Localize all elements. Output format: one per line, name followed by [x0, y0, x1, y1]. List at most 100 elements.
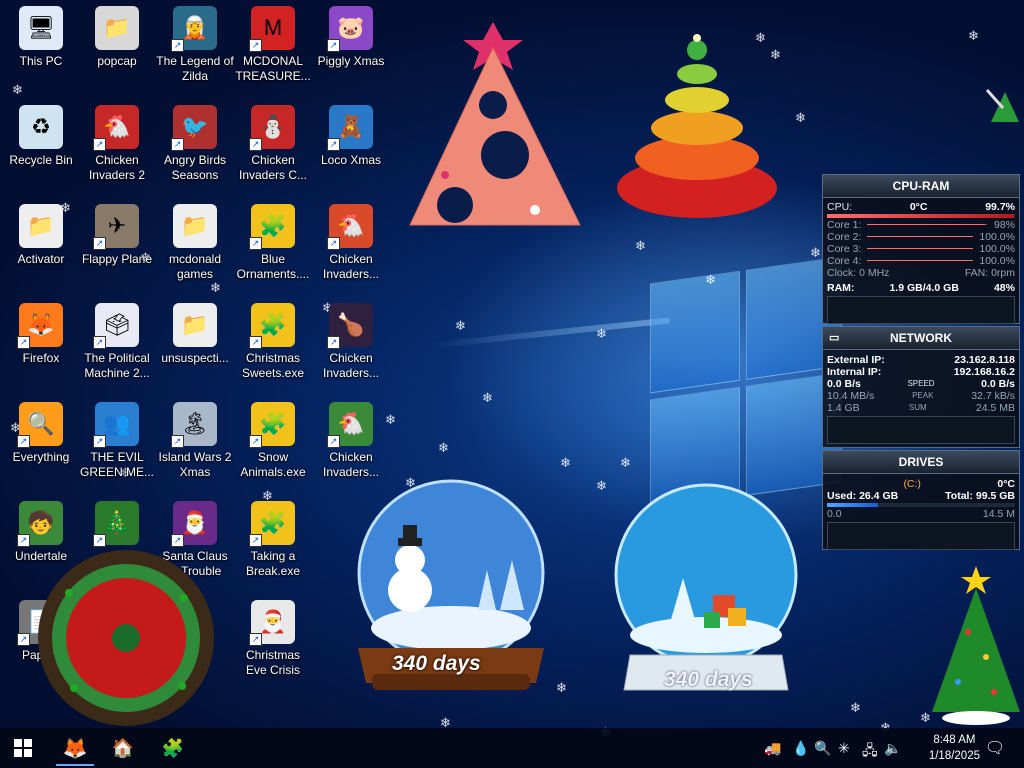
desktop-icon-label: Blue Ornaments.... [236, 252, 310, 281]
core-value: 100.0% [979, 231, 1015, 243]
desktop-icon[interactable]: 🏝 ↗ Island Wars 2 Xmas [156, 402, 234, 480]
drive-total: Total: 99.5 GB [945, 490, 1015, 502]
start-button[interactable] [4, 732, 42, 764]
desktop-icon-label: popcap [97, 54, 137, 68]
desktop-icon-label: Angry Birds Seasons [163, 153, 227, 182]
snowflake-icon: ❄ [635, 238, 646, 253]
desktop-icon[interactable]: ♻ Recycle Bin [2, 105, 80, 168]
firefox-icon: 🦊 [62, 737, 88, 760]
desktop-icon[interactable]: 🐷 ↗ Piggly Xmas [312, 6, 390, 69]
wreath-decoration [38, 550, 214, 726]
desktop-icon[interactable]: M ↗ MCDONAL TREASURE... [234, 6, 312, 84]
tray-drop-icon[interactable]: 💧 [792, 740, 809, 757]
desktop-icon[interactable]: 🧩 ↗ Snow Animals.exe [234, 402, 312, 480]
desktop-icon-image: 🧩 ↗ [249, 402, 295, 448]
download-speed: 0.0 B/s [981, 378, 1015, 390]
shortcut-arrow-icon: ↗ [171, 39, 184, 52]
network-icon[interactable]: 🖧 [862, 740, 878, 764]
desktop-icon-label: Christmas Eve Crisis [245, 648, 300, 677]
notification-icon: 🗨 [984, 740, 1006, 757]
desktop-icon[interactable]: 🎅 ↗ Christmas Eve Crisis [234, 600, 312, 678]
desktop-icon-label: Firefox [22, 351, 60, 365]
desktop-icon-image: 📁 [19, 204, 63, 248]
desktop-icon[interactable]: 🗳 ↗ The Political Machine 2... [78, 303, 156, 381]
countdown-left: 340 days [392, 652, 481, 675]
core-bar [867, 224, 988, 225]
snowflake-icon: ❄ [850, 700, 861, 715]
cpu-core-row: Core 2: 100.0% [823, 231, 1019, 243]
shortcut-arrow-icon: ↗ [249, 336, 262, 349]
desktop-icon-image: 🧩 ↗ [249, 204, 295, 250]
desktop-icon[interactable]: 🦊 ↗ Firefox [2, 303, 80, 366]
shortcut-arrow-icon: ↗ [171, 138, 184, 151]
spiral-tree-decoration [617, 34, 777, 218]
core-value: 100.0% [979, 255, 1015, 267]
desktop-icon-label: Chicken Invaders... [322, 351, 380, 380]
shortcut-arrow-icon: ↗ [249, 435, 262, 448]
taskbar-file-explorer[interactable]: 🏠 [104, 732, 142, 764]
notifications-button[interactable]: 🗨 [976, 732, 1014, 764]
tray-app-icon[interactable]: 🚚 [764, 740, 781, 757]
desktop-icon[interactable]: 🧝 ↗ The Legend of Zilda [156, 6, 234, 84]
desktop-icon-image: ♻ [19, 105, 63, 149]
desktop-icon[interactable]: 🧩 ↗ Taking a Break.exe [234, 501, 312, 579]
desktop-icon[interactable]: 🐔 ↗ Chicken Invaders... [312, 204, 390, 282]
desktop-icon[interactable]: 📁 Activator [2, 204, 80, 267]
snowflake-icon: ❄ [12, 82, 23, 97]
desktop-icon-label: mcdonald games [168, 252, 222, 281]
drives-graph [827, 522, 1015, 550]
desktop-icon[interactable]: 📁 mcdonald games [156, 204, 234, 282]
desktop-icon[interactable]: 📁 popcap [78, 6, 156, 69]
snowflake-icon: ❄ [560, 455, 571, 470]
desktop-icon-label: Island Wars 2 Xmas [158, 450, 232, 479]
taskbar-app[interactable]: 🧩 [154, 732, 192, 764]
desktop-icon[interactable]: 🧩 ↗ Christmas Sweets.exe [234, 303, 312, 381]
shortcut-arrow-icon: ↗ [249, 633, 262, 646]
snowflake-icon: ❄ [455, 318, 466, 333]
desktop-icon[interactable]: 🐔 ↗ Chicken Invaders... [312, 402, 390, 480]
desktop-icon-image: 🔍 ↗ [17, 402, 63, 448]
shortcut-arrow-icon: ↗ [93, 435, 106, 448]
desktop-icon[interactable]: 🐔 ↗ Chicken Invaders 2 [78, 105, 156, 183]
network-gadget: ▭ NETWORK External IP: 23.162.8.118 Intern… [822, 326, 1020, 448]
desktop-icon-image: 🐷 ↗ [327, 6, 373, 52]
ram-label: RAM: [827, 282, 855, 294]
core-bar [867, 248, 974, 249]
desktop-icon[interactable]: 🍗 ↗ Chicken Invaders... [312, 303, 390, 381]
desktop-icon-label: Snow Animals.exe [240, 450, 306, 479]
desktop-icon-image: 📁 [95, 6, 139, 50]
desktop-icon-image: 🐔 ↗ [93, 105, 139, 151]
shortcut-arrow-icon: ↗ [171, 435, 184, 448]
peak-label: PEAK [912, 391, 934, 400]
tray-search-icon[interactable]: 🔍 [814, 740, 831, 757]
desktop-icon[interactable]: 👥 ↗ THE EVIL GREEN ME... [78, 402, 156, 480]
volume-icon[interactable]: 🔈 [884, 740, 901, 757]
desktop-icon-image: 🧩 ↗ [249, 501, 295, 547]
ram-value: 1.9 GB/4.0 GB [889, 282, 959, 294]
desktop-icon[interactable]: ⛄ ↗ Chicken Invaders C... [234, 105, 312, 183]
core-label: Core 4: [827, 255, 862, 267]
desktop-icon-label: Chicken Invaders... [322, 252, 380, 281]
clock[interactable]: 8:48 AM 1/18/2025 [929, 732, 980, 764]
desktop-icon[interactable]: 🧸 ↗ Loco Xmas [312, 105, 390, 168]
desktop-icon[interactable]: 🐦 ↗ Angry Birds Seasons [156, 105, 234, 183]
tray-snowflake-icon[interactable]: ✳ [838, 740, 850, 757]
desktop-icon[interactable]: 🧩 ↗ Blue Ornaments.... [234, 204, 312, 282]
snowflake-icon: ❄ [968, 28, 979, 43]
cpu-core-row: Core 4: 100.0% [823, 255, 1019, 267]
desktop-icon[interactable]: 📁 unsuspecti... [156, 303, 234, 366]
desktop-icon[interactable]: 🔍 ↗ Everything [2, 402, 80, 465]
desktop-icon-image: 🐦 ↗ [171, 105, 217, 151]
taskbar-firefox[interactable]: 🦊 [56, 732, 94, 766]
ram-graph [827, 296, 1015, 324]
desktop-icon[interactable]: ✈ ↗ Flappy Plane [78, 204, 156, 267]
desktop-icon[interactable]: 🖥 This PC [2, 6, 80, 69]
desktop-icon-label: Recycle Bin [9, 153, 73, 167]
drives-title: DRIVES [898, 455, 944, 469]
cpu-ram-title: CPU-RAM [823, 175, 1019, 198]
desktop-icon-image: 🏝 ↗ [171, 402, 217, 448]
desktop-icon-image: 🖥 [19, 6, 63, 50]
desktop-icon-image: 🎅 ↗ [249, 600, 295, 646]
drive-read: 0.0 [827, 508, 842, 520]
desktop-icon-image: 🍗 ↗ [327, 303, 373, 349]
